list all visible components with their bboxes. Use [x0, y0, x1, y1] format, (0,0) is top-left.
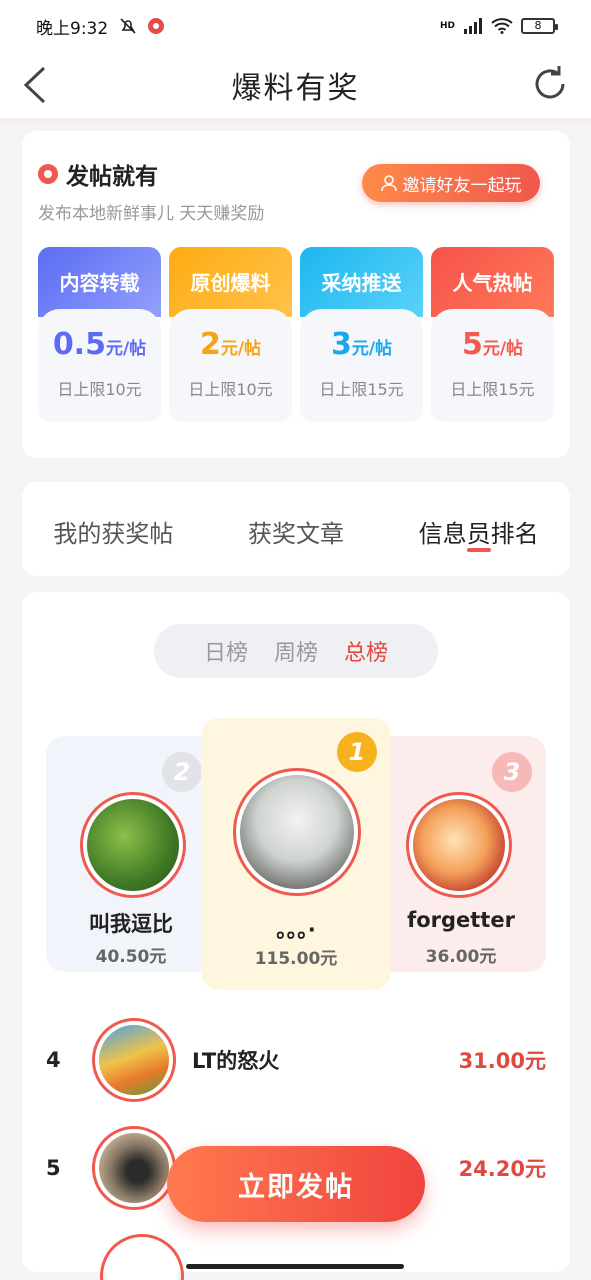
- period-total[interactable]: 总榜: [344, 635, 388, 667]
- tile-limit: 日上限15元: [450, 380, 535, 399]
- tile-limit: 日上限10元: [57, 380, 142, 399]
- avatar: [233, 768, 361, 896]
- tab-awarded-articles[interactable]: 获奖文章: [205, 482, 388, 576]
- row-amount: 24.20元: [458, 1157, 546, 1181]
- podium-amount: 115.00元: [254, 949, 338, 969]
- avatar: [100, 1234, 184, 1280]
- period-weekly[interactable]: 周榜: [274, 635, 318, 667]
- podium-amount: 36.00元: [425, 947, 497, 967]
- tile-limit: 日上限10元: [188, 380, 273, 399]
- tabs-bar: 我的获奖帖 获奖文章 信息员排名: [22, 482, 570, 576]
- battery-icon: 8: [521, 18, 558, 34]
- rank-3-medal-icon: 3: [492, 752, 532, 792]
- tile-name: 人气热帖: [431, 247, 554, 317]
- tile-name: 内容转载: [38, 247, 161, 317]
- ranking-row[interactable]: 4 LT的怒火 31.00元: [22, 1010, 570, 1110]
- tile-name: 原创爆料: [169, 247, 292, 317]
- period-segmented-control: 日榜 周榜 总榜: [154, 624, 438, 678]
- row-amount: 31.00元: [458, 1049, 546, 1073]
- tile-unit: 元/帖: [220, 339, 262, 359]
- rank-number: 4: [46, 1048, 61, 1072]
- tab-informant-ranking[interactable]: 信息员排名: [387, 482, 570, 576]
- post-now-button[interactable]: 立即发帖: [167, 1146, 425, 1222]
- podium-third[interactable]: 3 forgetter 36.00元: [376, 736, 546, 972]
- users-icon: [380, 175, 397, 192]
- invite-friends-button[interactable]: 邀请好友一起玩: [362, 164, 540, 202]
- notifications-off-icon: [120, 18, 136, 34]
- avatar: [80, 792, 186, 898]
- podium-name: 叫我逗比: [89, 912, 173, 936]
- tile-amount: 2: [199, 327, 221, 362]
- page-title: 爆料有奖: [231, 71, 360, 106]
- tile-name: 采纳推送: [300, 247, 423, 317]
- podium-first[interactable]: 1 。。。· 115.00元: [201, 718, 391, 990]
- promo-card: 发帖就有 发布本地新鲜事儿 天天赚奖励 邀请好友一起玩 内容转载 0.5元/帖 …: [22, 131, 570, 458]
- back-arrow-icon[interactable]: [18, 64, 58, 106]
- reward-tile: 原创爆料 2元/帖 日上限10元: [169, 247, 292, 422]
- promo-title: 发帖就有: [66, 164, 158, 190]
- status-time: 晚上9:32: [36, 18, 109, 39]
- refresh-icon[interactable]: [529, 62, 571, 106]
- avatar: [92, 1018, 176, 1102]
- tile-unit: 元/帖: [482, 339, 524, 359]
- podium-amount: 40.50元: [95, 947, 167, 967]
- home-indicator[interactable]: [186, 1264, 404, 1269]
- reward-tile: 内容转载 0.5元/帖 日上限10元: [38, 247, 161, 422]
- wifi-icon: [491, 18, 513, 34]
- rank-number: 5: [46, 1156, 61, 1180]
- podium-name: forgetter: [407, 908, 515, 932]
- podium-name: 。。。·: [276, 918, 316, 942]
- signal-icon: [464, 18, 482, 34]
- reward-tile: 人气热帖 5元/帖 日上限15元: [431, 247, 554, 422]
- podium-second[interactable]: 2 叫我逗比 40.50元: [46, 736, 216, 972]
- tile-amount: 0.5: [52, 327, 106, 362]
- network-type-label: HD: [439, 21, 455, 31]
- tile-unit: 元/帖: [105, 339, 147, 359]
- reward-tile: 采纳推送 3元/帖 日上限15元: [300, 247, 423, 422]
- nav-bar: 爆料有奖: [0, 52, 591, 118]
- status-bar: 晚上9:32 HD 8: [0, 0, 591, 52]
- avatar: [406, 792, 512, 898]
- period-daily[interactable]: 日榜: [204, 635, 248, 667]
- promo-subtitle: 发布本地新鲜事儿 天天赚奖励: [38, 204, 265, 224]
- tile-limit: 日上限15元: [319, 380, 404, 399]
- record-dot-icon: [38, 164, 58, 184]
- nav-divider: [0, 118, 591, 126]
- music-app-icon: [148, 18, 165, 34]
- tile-amount: 3: [330, 327, 352, 362]
- avatar: [92, 1126, 176, 1210]
- rank-2-medal-icon: 2: [162, 752, 202, 792]
- reward-tiles: 内容转载 0.5元/帖 日上限10元 原创爆料 2元/帖 日上限10元 采纳推送…: [38, 247, 554, 422]
- tile-amount: 5: [461, 327, 483, 362]
- invite-label: 邀请好友一起玩: [402, 175, 522, 196]
- rank-1-medal-icon: 1: [337, 732, 377, 772]
- tab-my-awarded-posts[interactable]: 我的获奖帖: [22, 482, 205, 576]
- tile-unit: 元/帖: [351, 339, 393, 359]
- row-name: LT的怒火: [192, 1049, 280, 1073]
